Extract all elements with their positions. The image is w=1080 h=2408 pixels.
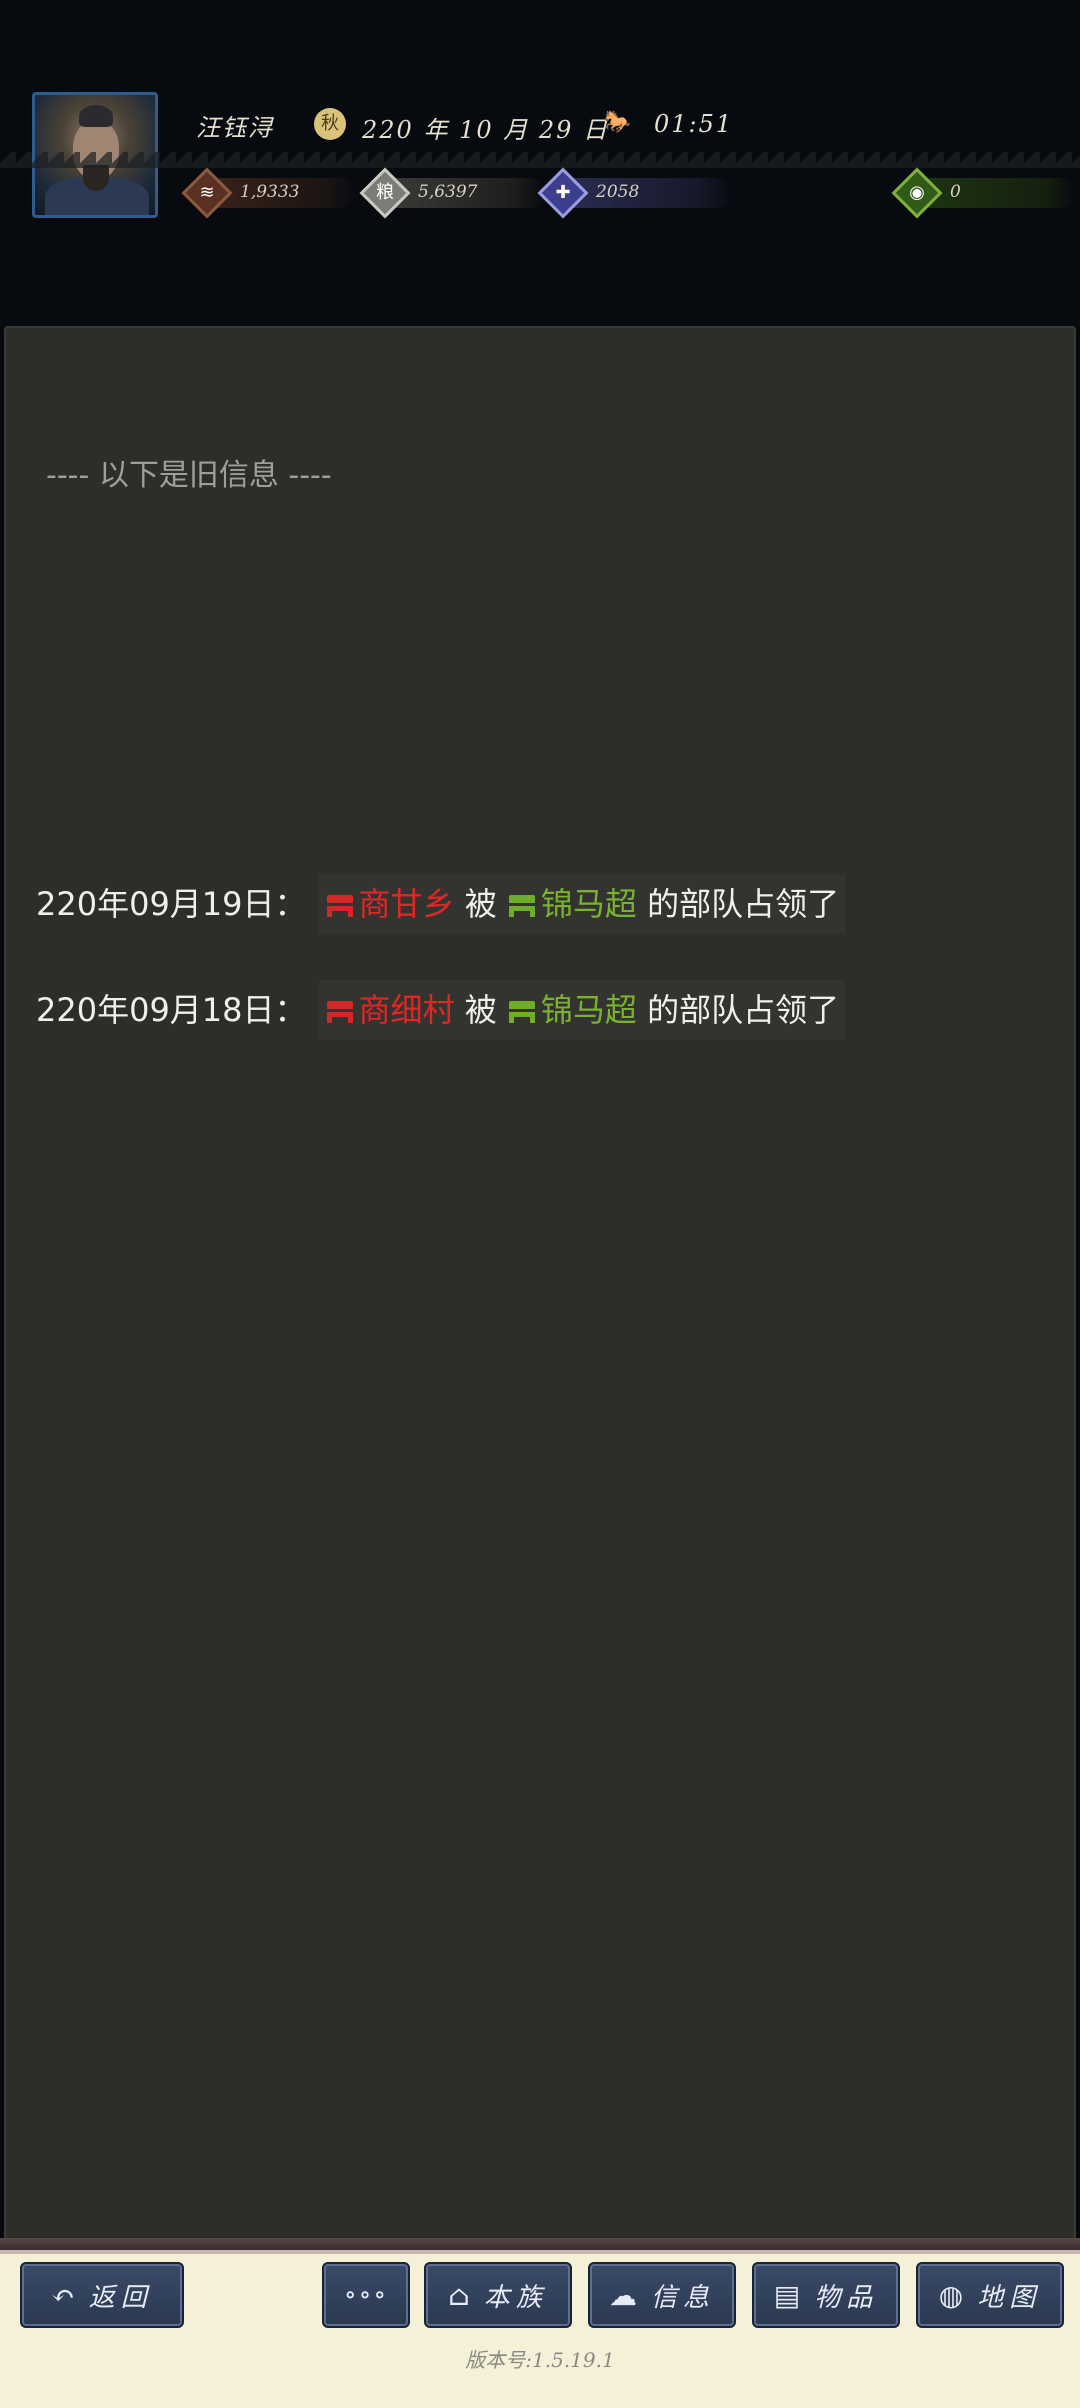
game-clock: 01:51 — [654, 110, 734, 138]
items-label: 物品 — [814, 2282, 879, 2313]
player-name: 汪钰浔 — [196, 114, 274, 142]
bottom-rail-highlight — [0, 2250, 1080, 2254]
coin-resource[interactable]: ≋ 1,9333 — [181, 167, 356, 219]
chest-icon: ▤ — [773, 2278, 801, 2312]
event-text: 商甘乡 被 锦马超 的部队占领了 — [318, 874, 846, 934]
back-button[interactable]: ↶ 返回 — [20, 2262, 184, 2328]
bag-value: 0 — [950, 182, 961, 202]
map-label: 地图 — [977, 2282, 1042, 2313]
old-info-divider: ---- 以下是旧信息 ---- — [46, 458, 332, 493]
green-flag-icon — [508, 895, 535, 917]
red-flag-icon — [326, 1001, 353, 1023]
items-button[interactable]: ▤ 物品 — [752, 2262, 900, 2328]
season-icon: 秋 — [314, 108, 346, 140]
more-button[interactable]: ∘∘∘ — [322, 2262, 410, 2328]
avatar-hat — [79, 105, 113, 127]
red-flag-icon — [326, 895, 353, 917]
event-suffix: 的部队占领了 — [647, 885, 840, 923]
globe-icon: ◍ — [938, 2278, 964, 2312]
version-label: 版本号:1.5.19.1 — [465, 2348, 615, 2372]
grain-icon: 粮 — [376, 182, 394, 203]
info-label: 信息 — [650, 2282, 715, 2313]
lord-name[interactable]: 锦马超 — [541, 991, 637, 1029]
green-flag-icon — [508, 1001, 535, 1023]
avatar-beard — [83, 165, 109, 191]
horse-icon: 🐎 — [604, 110, 632, 135]
house-icon: ⌂ — [448, 2278, 470, 2312]
troops-resource[interactable]: ✚ 2058 — [537, 167, 732, 219]
event-verb: 被 — [464, 885, 497, 923]
back-arrow-icon: ↶ — [51, 2278, 75, 2312]
bag-resource[interactable]: ◉ 0 — [891, 167, 1076, 219]
grain-value: 5,6397 — [418, 182, 478, 202]
header-divider — [0, 152, 1080, 168]
coin-value: 1,9333 — [240, 182, 300, 202]
bag-icon: ◉ — [909, 182, 925, 203]
list-item: 220年09月18日： 商细村 被 锦马超 的部队占领了 — [36, 980, 846, 1040]
event-verb: 被 — [464, 991, 497, 1029]
status-header: 汪钰浔 秋 220 年 10 月 29 日 🐎 01:51 ≋ 1,9333 粮… — [0, 0, 1080, 330]
grain-resource[interactable]: 粮 5,6397 — [359, 167, 544, 219]
back-label: 返回 — [88, 2282, 153, 2313]
info-button[interactable]: ☁ 信息 — [588, 2262, 736, 2328]
event-text: 商细村 被 锦马超 的部队占领了 — [318, 980, 846, 1040]
event-date: 220年09月18日： — [36, 991, 307, 1029]
game-date: 220 年 10 月 29 日 — [362, 116, 610, 144]
list-item: 220年09月19日： 商甘乡 被 锦马超 的部队占领了 — [36, 874, 846, 934]
bottom-rail — [0, 2238, 1080, 2250]
clan-label: 本族 — [483, 2282, 548, 2313]
clan-button[interactable]: ⌂ 本族 — [424, 2262, 572, 2328]
map-button[interactable]: ◍ 地图 — [916, 2262, 1064, 2328]
lord-name[interactable]: 锦马超 — [541, 885, 637, 923]
message-panel[interactable]: ---- 以下是旧信息 ---- 220年09月19日： 商甘乡 被 锦马超 的部… — [4, 326, 1076, 2246]
place-name[interactable]: 商细村 — [359, 991, 455, 1029]
troops-icon: ✚ — [555, 182, 571, 203]
place-name[interactable]: 商甘乡 — [359, 885, 455, 923]
event-date: 220年09月19日： — [36, 885, 307, 923]
troops-value: 2058 — [596, 182, 640, 202]
coin-icon: ≋ — [199, 182, 215, 203]
more-icon: ∘∘∘ — [343, 2280, 389, 2310]
event-suffix: 的部队占领了 — [647, 991, 840, 1029]
chat-bubble-icon: ☁ — [608, 2278, 637, 2312]
